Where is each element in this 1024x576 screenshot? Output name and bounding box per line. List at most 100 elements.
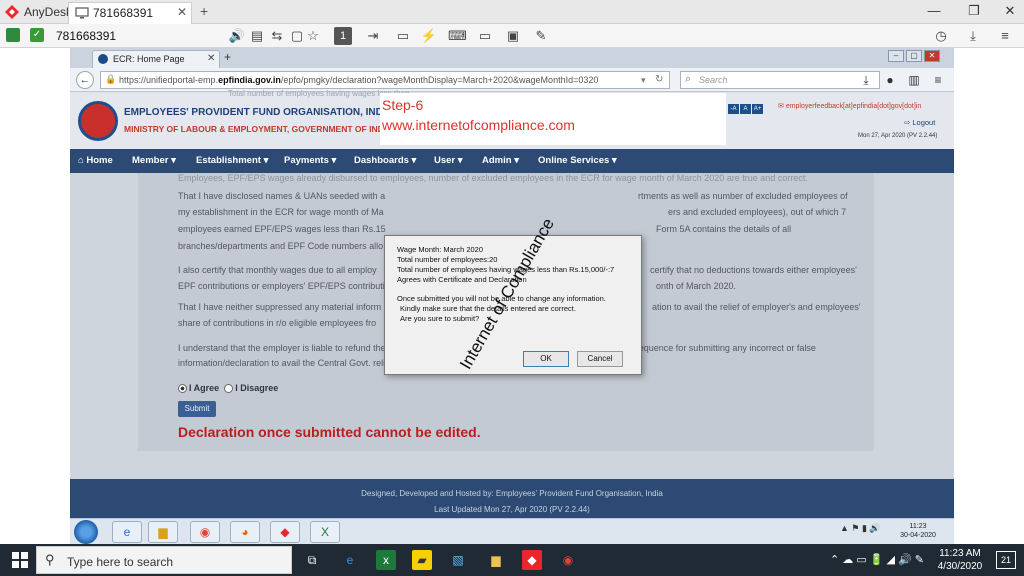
lock-icon[interactable]: 🔒: [105, 74, 116, 85]
reload-icon[interactable]: ↻: [655, 74, 663, 85]
cancel-button[interactable]: Cancel: [577, 351, 623, 367]
excel-icon[interactable]: x: [376, 550, 396, 570]
disagree-radio[interactable]: [224, 384, 234, 394]
font-decrease-button[interactable]: -A: [728, 104, 739, 114]
restore-button[interactable]: ❐: [960, 3, 988, 19]
epfo-header: Total number of employees having wages l…: [70, 89, 954, 149]
submit-button[interactable]: Submit: [178, 401, 216, 417]
sidebar-icon[interactable]: ▥: [906, 72, 922, 88]
clipboard-icon[interactable]: ▤: [248, 27, 266, 45]
notification-center-button[interactable]: 21: [996, 551, 1016, 569]
menu-online-services[interactable]: Online Services ▾: [538, 155, 617, 166]
maximize-button[interactable]: ▢: [906, 50, 922, 62]
close-window-button[interactable]: ✕: [996, 3, 1024, 19]
anydesk-session-tab[interactable]: 781668391 ✕: [68, 2, 192, 24]
ok-button[interactable]: OK: [523, 351, 569, 367]
chrome-icon[interactable]: ◉: [558, 550, 578, 570]
windows-start-icon[interactable]: [12, 552, 28, 568]
minimize-button[interactable]: —: [920, 3, 948, 18]
excel-icon[interactable]: X: [310, 521, 340, 543]
system-clock[interactable]: 11:23 AM 4/30/2020: [930, 547, 990, 573]
chrome-icon[interactable]: ◉: [190, 521, 220, 543]
file-transfer-icon[interactable]: ⇆: [268, 27, 286, 45]
history-icon[interactable]: ◷: [932, 27, 950, 45]
anydesk-app-name: AnyDesk: [24, 5, 73, 19]
task-view-icon[interactable]: ⧉: [302, 550, 322, 570]
chat-icon[interactable]: ▭: [394, 27, 412, 45]
back-button[interactable]: ←: [76, 71, 94, 89]
menu-home[interactable]: ⌂ Home: [78, 155, 113, 166]
tutorial-stamp: Step-6 www.internetofcompliance.com: [380, 93, 726, 145]
organisation-title: EMPLOYEES' PROVIDENT FUND ORGANISATION, …: [124, 107, 393, 118]
menu-admin[interactable]: Admin ▾: [482, 155, 519, 166]
feedback-email[interactable]: ✉ employerfeedback[at]epfindia[dot]gov[d…: [778, 102, 921, 110]
menu-member[interactable]: Member ▾: [132, 155, 176, 166]
hamburger-menu-icon[interactable]: ≡: [996, 27, 1014, 45]
display-icon[interactable]: ▭: [476, 27, 494, 45]
agree-radio[interactable]: [178, 384, 187, 394]
monitor-icon: [75, 7, 89, 22]
anydesk-toolbar: ✓ 781668391 🔊 ▤ ⇆ ▢ ☆ 1 ⇥ ▭ ⚡ ⌨ ▭ ▣ ✎ ◷ …: [0, 24, 1024, 48]
new-tab-button[interactable]: +: [200, 3, 208, 19]
close-icon[interactable]: ✕: [177, 5, 187, 19]
file-explorer-icon[interactable]: ▆: [486, 550, 506, 570]
search-bar[interactable]: ⌕ Search: [680, 71, 880, 89]
minimize-button[interactable]: –: [888, 50, 904, 62]
download-icon[interactable]: ⤓: [858, 72, 874, 88]
search-icon: ⌕: [685, 73, 692, 85]
menu-payments[interactable]: Payments ▾: [284, 155, 336, 166]
switch-sides-icon[interactable]: ⇥: [364, 27, 382, 45]
anydesk-tabbar: AnyDesk 781668391 ✕ + — ❐ ✕: [0, 0, 1024, 24]
speaker-icon[interactable]: 🔊: [228, 27, 246, 45]
epfo-favicon-icon: [98, 54, 108, 64]
ie-icon[interactable]: e: [112, 521, 142, 543]
sticky-notes-icon[interactable]: ▰: [412, 550, 432, 570]
folder-icon[interactable]: ▆: [148, 521, 178, 543]
main-menu: ⌂ Home Member ▾ Establishment ▾ Payments…: [70, 149, 954, 173]
dialog-question: Are you sure to submit?: [400, 314, 480, 323]
pocket-icon[interactable]: ●: [882, 72, 898, 88]
url-bar[interactable]: 🔒 https://unifiedportal-emp.epfindia.gov…: [100, 71, 670, 89]
whiteboard-icon[interactable]: ✎: [532, 27, 550, 45]
close-icon[interactable]: ✕: [207, 53, 215, 64]
system-tray-icons[interactable]: ⌃ ☁ ▭ 🔋 ◢ 🔊 ✎: [830, 553, 924, 566]
page-footer: Designed, Developed and Hosted by: Emplo…: [70, 479, 954, 518]
firefox-tabbar: ECR: Home Page ✕ + – ▢ ✕: [70, 48, 954, 68]
actions-icon[interactable]: ⚡: [420, 27, 438, 45]
step-label: Step-6: [382, 97, 424, 113]
font-normal-button[interactable]: A: [740, 104, 751, 114]
remote-start-button[interactable]: [74, 520, 98, 544]
photos-icon[interactable]: ▧: [448, 550, 468, 570]
declaration-p2-d: onth of March 2020.: [656, 281, 737, 291]
taskbar-search-placeholder: Type here to search: [67, 555, 174, 569]
edge-icon[interactable]: e: [340, 550, 360, 570]
anydesk-logo-icon: [5, 5, 19, 19]
download-icon[interactable]: ⤓: [964, 27, 982, 45]
search-placeholder: Search: [699, 75, 728, 85]
new-tab-button[interactable]: +: [224, 50, 231, 64]
anydesk-icon[interactable]: ◆: [522, 550, 542, 570]
permissions-icon[interactable]: ▣: [504, 27, 522, 45]
declaration-p1-d: ers and excluded employees), out of whic…: [668, 207, 847, 217]
hamburger-menu-icon[interactable]: ≡: [930, 72, 946, 88]
menu-dashboards[interactable]: Dashboards ▾: [354, 155, 416, 166]
footer-credits: Designed, Developed and Hosted by: Emplo…: [361, 489, 663, 498]
reader-view-icon[interactable]: ▾: [641, 75, 646, 86]
logout-link[interactable]: ⇨ Logout: [904, 118, 935, 127]
epfo-page: Total number of employees having wages l…: [70, 89, 954, 518]
remote-tray-icons[interactable]: ▲ ⚑ ▮ 🔊: [840, 523, 881, 534]
firefox-icon[interactable]: ◕: [230, 521, 260, 543]
remote-desktop: ECR: Home Page ✕ + – ▢ ✕ ← 🔒 https://uni…: [70, 48, 954, 518]
remote-clock[interactable]: 11:23 30-04-2020: [898, 522, 938, 540]
display-selector-button[interactable]: 1: [334, 27, 352, 45]
menu-user[interactable]: User ▾: [434, 155, 463, 166]
menu-establishment[interactable]: Establishment ▾: [196, 155, 268, 166]
close-window-button[interactable]: ✕: [924, 50, 940, 62]
local-taskbar: ⚲ Type here to search ⧉ e x ▰ ▧ ▆ ◆ ◉ ⌃ …: [0, 544, 1024, 576]
font-increase-button[interactable]: A+: [752, 104, 763, 114]
browser-tab[interactable]: ECR: Home Page ✕: [92, 50, 220, 68]
star-icon[interactable]: ☆: [304, 27, 322, 45]
anydesk-icon[interactable]: ◆: [270, 521, 300, 543]
keyboard-icon[interactable]: ⌨: [448, 27, 467, 45]
taskbar-search-box[interactable]: ⚲ Type here to search: [36, 546, 292, 574]
